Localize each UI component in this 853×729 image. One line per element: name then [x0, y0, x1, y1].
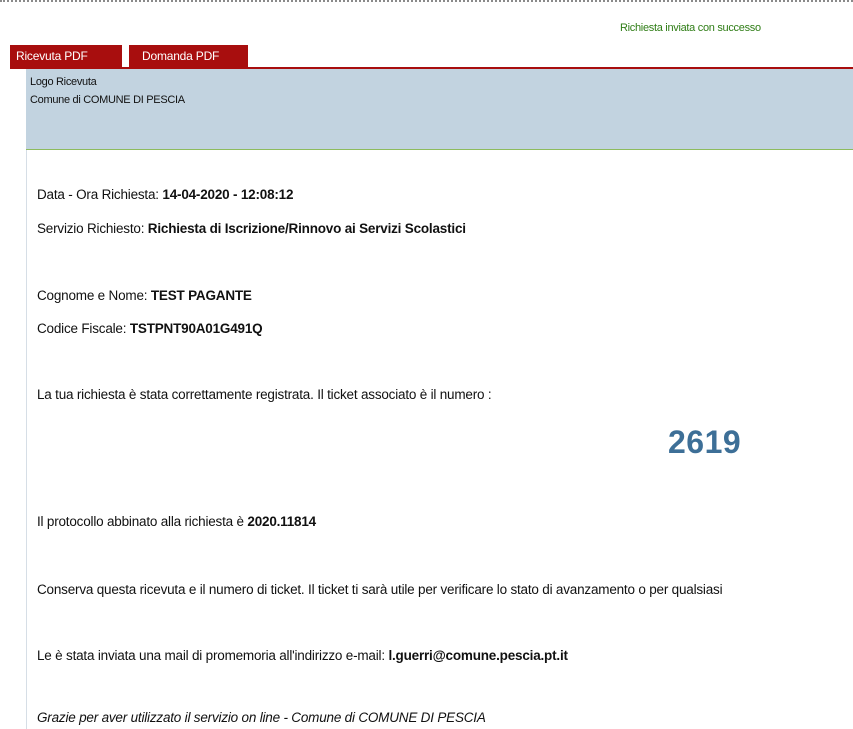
mail-value: l.guerri@comune.pescia.pt.it [388, 648, 568, 663]
logo-label: Logo Ricevuta [30, 76, 97, 88]
content-border [26, 150, 27, 729]
registered-message: La tua richiesta è stata correttamente r… [37, 387, 492, 402]
mail-label: Le è stata inviata una mail di promemori… [37, 648, 389, 663]
cf-value: TSTPNT90A01G491Q [129, 321, 263, 336]
mail-row: Le è stata inviata una mail di promemori… [37, 648, 568, 663]
datetime-label: Data - Ora Richiesta: [37, 187, 163, 202]
datetime-value: 14-04-2020 - 12:08:12 [162, 187, 294, 202]
ticket-number: 2619 [668, 424, 742, 460]
tab-bar: Ricevuta PDF Domanda PDF [10, 45, 248, 68]
ricevuta-pdf-button[interactable]: Ricevuta PDF [10, 45, 122, 68]
codice-fiscale-row: Codice Fiscale: TSTPNT90A01G491Q [37, 321, 263, 336]
protocol-value: 2020.11814 [247, 514, 316, 529]
service-row: Servizio Richiesto: Richiesta di Iscrizi… [37, 221, 466, 236]
receipt-header: Logo Ricevuta Comune di COMUNE DI PESCIA [26, 69, 853, 150]
success-message: Richiesta inviata con successo [620, 22, 761, 34]
service-label: Servizio Richiesto: [37, 221, 148, 236]
protocol-label: Il protocollo abbinato alla richiesta è [37, 514, 248, 529]
protocol-row: Il protocollo abbinato alla richiesta è … [37, 514, 316, 529]
datetime-row: Data - Ora Richiesta: 14-04-2020 - 12:08… [37, 187, 294, 202]
domanda-pdf-button[interactable]: Domanda PDF [129, 45, 248, 68]
thanks-message: Grazie per aver utilizzato il servizio o… [37, 710, 486, 725]
cf-label: Codice Fiscale: [37, 321, 130, 336]
name-label: Cognome e Nome: [37, 288, 151, 303]
comune-name: Comune di COMUNE DI PESCIA [30, 94, 185, 106]
top-status-bar: Richiesta inviata con successo [0, 0, 853, 42]
name-value: TEST PAGANTE [150, 288, 252, 303]
service-value: Richiesta di Iscrizione/Rinnovo ai Servi… [147, 221, 466, 236]
keep-receipt-message: Conserva questa ricevuta e il numero di … [37, 582, 723, 597]
name-row: Cognome e Nome: TEST PAGANTE [37, 288, 252, 303]
